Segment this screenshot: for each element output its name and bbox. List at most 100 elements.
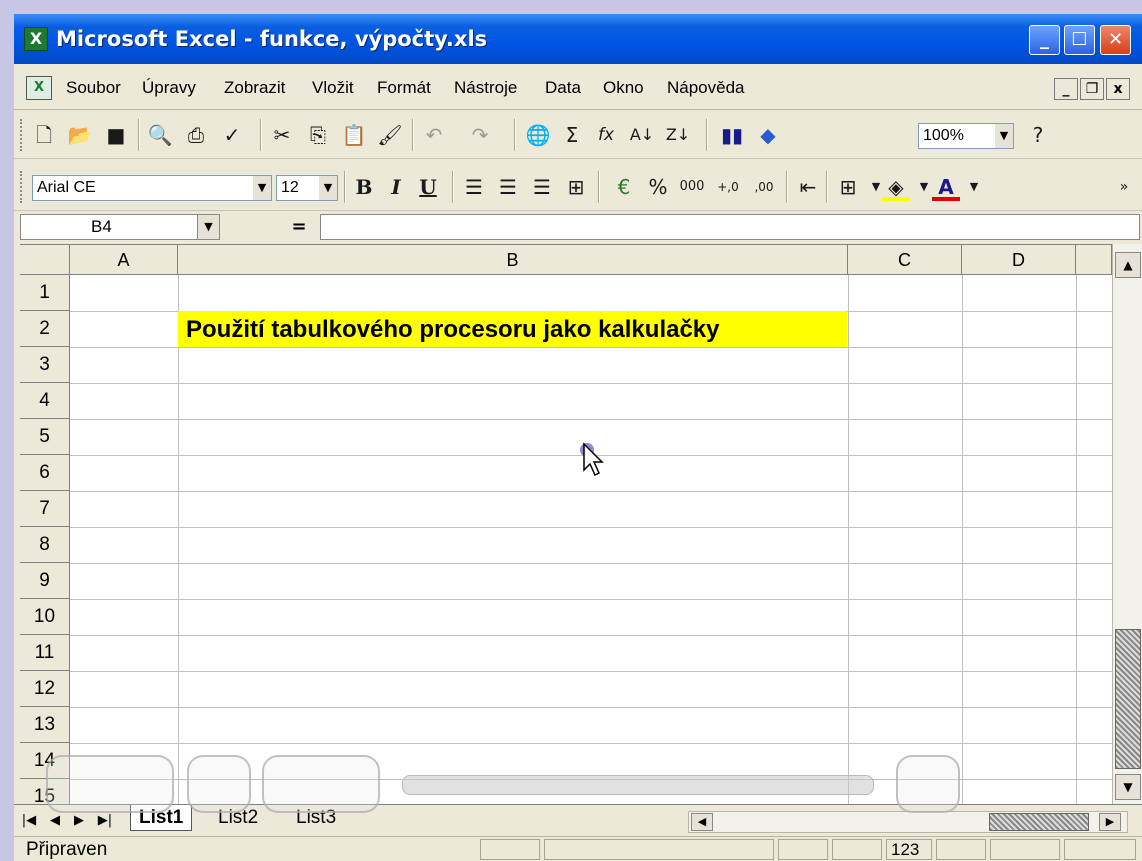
percent-button[interactable]: %	[644, 173, 672, 201]
new-icon[interactable]: 🗋	[30, 121, 58, 149]
menu-okno[interactable]: Okno	[603, 78, 644, 98]
next-sheet-icon[interactable]: ▶	[70, 811, 88, 831]
font-color-button[interactable]: A	[932, 173, 960, 201]
spelling-icon[interactable]: ✓	[218, 121, 246, 149]
chart-wizard-icon[interactable]: ▮▮	[718, 121, 746, 149]
print-icon[interactable]: ⎙	[182, 121, 210, 149]
name-box[interactable]: B4 ▼	[20, 214, 220, 240]
open-icon[interactable]: 📂	[66, 121, 94, 149]
row-header[interactable]: 1	[20, 275, 70, 311]
workbook-icon[interactable]: X	[26, 76, 52, 100]
currency-icon[interactable]: €	[610, 173, 638, 201]
chevron-down-icon[interactable]: ▼	[995, 124, 1013, 148]
print-preview-icon[interactable]: 🔍	[146, 121, 174, 149]
row-header[interactable]: 8	[20, 527, 70, 563]
row-header[interactable]: 13	[20, 707, 70, 743]
scroll-right-icon[interactable]: ▶	[1099, 813, 1121, 831]
decrease-decimal-button[interactable]: ,00	[750, 173, 778, 201]
italic-button[interactable]: I	[382, 173, 410, 201]
align-right-icon[interactable]: ☰	[528, 173, 556, 201]
chevron-down-icon[interactable]: ▼	[197, 215, 219, 239]
chevron-down-icon[interactable]: ▼	[253, 176, 271, 200]
row-header[interactable]: 9	[20, 563, 70, 599]
row-header[interactable]: 11	[20, 635, 70, 671]
redo-icon[interactable]: ↷	[466, 121, 494, 149]
select-all-button[interactable]	[20, 245, 70, 275]
toolbar-options-button[interactable]: »	[1110, 173, 1138, 201]
excel-icon[interactable]: X	[24, 27, 48, 51]
vertical-scroll-thumb[interactable]	[1115, 629, 1141, 769]
row-header[interactable]: 10	[20, 599, 70, 635]
toolbar-grip[interactable]	[20, 171, 24, 203]
paste-icon[interactable]: 📋	[340, 121, 368, 149]
menu-data[interactable]: Data	[545, 78, 581, 98]
row-header[interactable]: 6	[20, 455, 70, 491]
column-header-d[interactable]: D	[962, 245, 1076, 275]
worksheet-grid[interactable]: A B C D 1 2 3 4 5 6 7 8 9 10 11 12 13 14…	[20, 244, 1112, 807]
chevron-down-icon[interactable]: ▼	[319, 176, 337, 200]
prev-sheet-icon[interactable]: ◀	[46, 811, 64, 831]
row-header[interactable]: 4	[20, 383, 70, 419]
format-painter-icon[interactable]: 🖌	[376, 121, 404, 149]
row-header[interactable]: 5	[20, 419, 70, 455]
player-back-button[interactable]	[187, 755, 251, 813]
vertical-scrollbar[interactable]: ▲ ▼	[1112, 244, 1142, 804]
last-sheet-icon[interactable]: ▶|	[96, 811, 114, 831]
font-select[interactable]: Arial CE ▼	[32, 175, 272, 201]
player-forward-button[interactable]	[262, 755, 380, 813]
autosum-icon[interactable]: Σ	[558, 121, 586, 149]
chevron-down-icon[interactable]: ▼	[960, 173, 988, 201]
undo-icon[interactable]: ↶	[420, 121, 448, 149]
close-button[interactable]: ✕	[1100, 25, 1131, 55]
underline-button[interactable]: U	[414, 173, 442, 201]
zoom-select[interactable]: 100% ▼	[918, 123, 1014, 149]
menu-soubor[interactable]: Soubor	[66, 78, 121, 98]
menu-format[interactable]: Formát	[377, 78, 431, 98]
align-center-icon[interactable]: ☰	[494, 173, 522, 201]
increase-decimal-button[interactable]: +,0	[714, 173, 742, 201]
row-header[interactable]: 2	[20, 311, 70, 347]
drawing-icon[interactable]: ◆	[754, 121, 782, 149]
row-header[interactable]: 3	[20, 347, 70, 383]
menu-napoveda[interactable]: Nápověda	[667, 78, 745, 98]
fill-color-icon[interactable]: ◈	[882, 173, 910, 201]
menu-nastroje[interactable]: Nástroje	[454, 78, 517, 98]
align-left-icon[interactable]: ☰	[460, 173, 488, 201]
column-header-a[interactable]: A	[70, 245, 178, 275]
thousands-button[interactable]: 000	[678, 173, 706, 201]
player-progress-bar[interactable]	[402, 775, 874, 795]
column-header-e[interactable]	[1076, 245, 1112, 275]
volume-icon[interactable]	[896, 755, 960, 813]
doc-minimize-button[interactable]: _	[1054, 78, 1078, 100]
horizontal-scroll-thumb[interactable]	[989, 813, 1089, 831]
help-icon[interactable]: ?	[1024, 121, 1052, 149]
menu-vlozit[interactable]: Vložit	[312, 78, 354, 98]
scroll-up-icon[interactable]: ▲	[1115, 252, 1141, 278]
column-header-c[interactable]: C	[848, 245, 962, 275]
first-sheet-icon[interactable]: |◀	[20, 811, 38, 831]
row-header[interactable]: 12	[20, 671, 70, 707]
cut-icon[interactable]: ✂	[268, 121, 296, 149]
maximize-button[interactable]: ☐	[1064, 25, 1095, 55]
sort-ascending-icon[interactable]: A↓	[628, 121, 656, 149]
function-icon[interactable]: fx	[592, 121, 620, 149]
scroll-down-icon[interactable]: ▼	[1115, 774, 1141, 800]
borders-icon[interactable]: ⊞	[834, 173, 862, 201]
menu-zobrazit[interactable]: Zobrazit	[224, 78, 285, 98]
bold-button[interactable]: B	[350, 173, 378, 201]
edit-formula-button[interactable]: =	[284, 215, 314, 239]
scroll-left-icon[interactable]: ◀	[691, 813, 713, 831]
toolbar-grip[interactable]	[20, 119, 24, 151]
doc-close-button[interactable]: x	[1106, 78, 1130, 100]
formula-input[interactable]	[320, 214, 1140, 240]
font-size-select[interactable]: 12 ▼	[276, 175, 338, 201]
player-play-button[interactable]	[46, 755, 174, 813]
doc-restore-button[interactable]: ❐	[1080, 78, 1104, 100]
cell-b2[interactable]: Použití tabulkového procesoru jako kalku…	[178, 311, 847, 347]
sort-descending-icon[interactable]: Z↓	[664, 121, 692, 149]
hyperlink-icon[interactable]: 🌐	[524, 121, 552, 149]
minimize-button[interactable]: _	[1029, 25, 1060, 55]
menu-upravy[interactable]: Úpravy	[142, 78, 196, 98]
save-icon[interactable]: ■	[102, 121, 130, 149]
decrease-indent-icon[interactable]: ⇤	[794, 173, 822, 201]
